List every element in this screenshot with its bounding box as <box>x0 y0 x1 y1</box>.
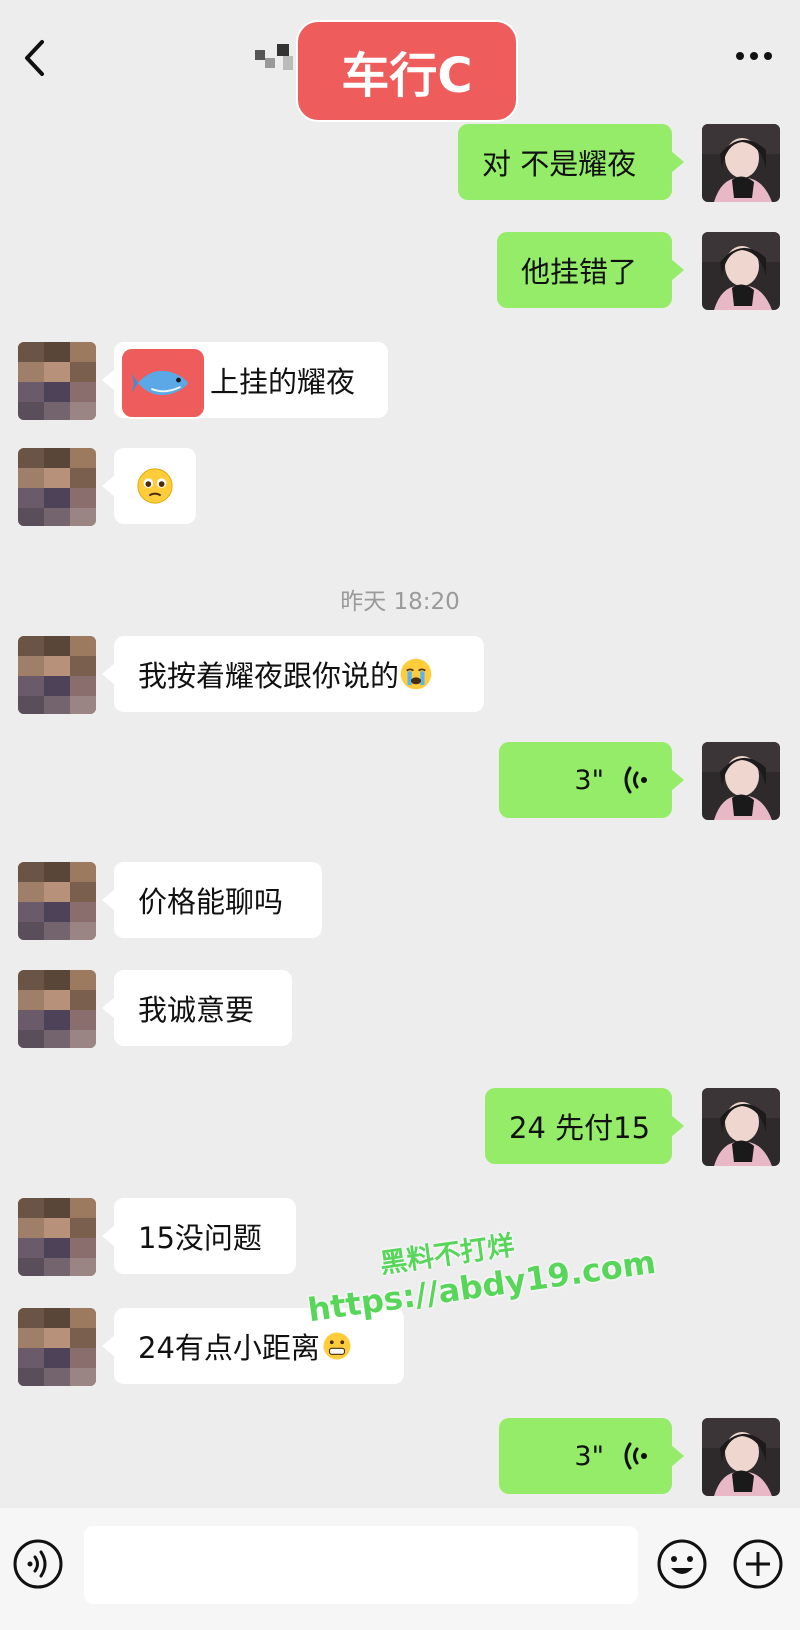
message-bubble[interactable]: 我按着耀夜跟你说的 <box>102 636 484 712</box>
message-bubble[interactable]: 价格能聊吗 <box>102 862 322 938</box>
message-bubble[interactable]: 我诚意要 <box>102 970 292 1046</box>
contact-avatar[interactable] <box>18 1308 96 1386</box>
my-avatar[interactable] <box>702 124 780 202</box>
voice-duration: 3" <box>574 1440 604 1472</box>
message-text: 我诚意要 <box>138 993 255 1027</box>
my-avatar[interactable] <box>702 742 780 820</box>
voice-message-bubble[interactable]: 3" <box>499 742 684 818</box>
voice-icon <box>622 1441 648 1471</box>
grimace-face-icon <box>323 1332 351 1360</box>
emoji-button-icon[interactable] <box>656 1538 708 1590</box>
voice-duration: 3" <box>574 764 604 796</box>
chat-title: 车行C <box>296 20 518 122</box>
message-text: 对 不是耀夜 <box>482 147 637 181</box>
timestamp: 昨天 18:20 <box>340 589 460 615</box>
message-bubble[interactable]: 15没问题 <box>102 1198 296 1274</box>
voice-icon <box>622 765 648 795</box>
message-bubble[interactable] <box>102 448 196 524</box>
contact-avatar[interactable] <box>18 862 96 940</box>
message-bubble[interactable]: 对 不是耀夜 <box>458 124 684 200</box>
back-icon[interactable] <box>18 36 52 80</box>
message-text: 上挂的耀夜 <box>210 365 356 399</box>
message-text: 价格能聊吗 <box>138 885 284 919</box>
my-avatar[interactable] <box>702 1088 780 1166</box>
voice-message-bubble[interactable]: 3" <box>499 1418 684 1494</box>
blurred-name <box>255 44 293 70</box>
message-bubble[interactable]: 他挂错了 <box>497 232 684 308</box>
message-input[interactable] <box>84 1526 638 1604</box>
my-avatar[interactable] <box>702 1418 780 1496</box>
input-bar <box>0 1508 800 1630</box>
contact-avatar[interactable] <box>18 636 96 714</box>
message-text: 24 先付15 <box>509 1111 651 1145</box>
message-text: 24有点小距离 <box>138 1331 320 1365</box>
my-avatar[interactable] <box>702 232 780 310</box>
watermark: 黑料不打烊 https://abdy19.com <box>300 1204 658 1329</box>
fish-icon <box>132 370 189 396</box>
fish-emoji-badge <box>120 347 206 419</box>
crying-face-icon <box>400 658 432 690</box>
contact-avatar[interactable] <box>18 1198 96 1276</box>
contact-avatar[interactable] <box>18 342 96 420</box>
contact-avatar[interactable] <box>18 970 96 1048</box>
message-text: 我按着耀夜跟你说的 <box>138 659 400 693</box>
message-bubble[interactable]: 24 先付15 <box>485 1088 684 1164</box>
contact-avatar[interactable] <box>18 448 96 526</box>
pleading-face-icon <box>137 468 173 504</box>
message-text: 他挂错了 <box>521 255 638 289</box>
more-icon[interactable] <box>734 50 774 62</box>
voice-toggle-icon[interactable] <box>12 1538 64 1590</box>
plus-button-icon[interactable] <box>732 1538 784 1590</box>
message-text: 15没问题 <box>138 1221 262 1255</box>
chat-header: 车行C <box>0 0 800 122</box>
